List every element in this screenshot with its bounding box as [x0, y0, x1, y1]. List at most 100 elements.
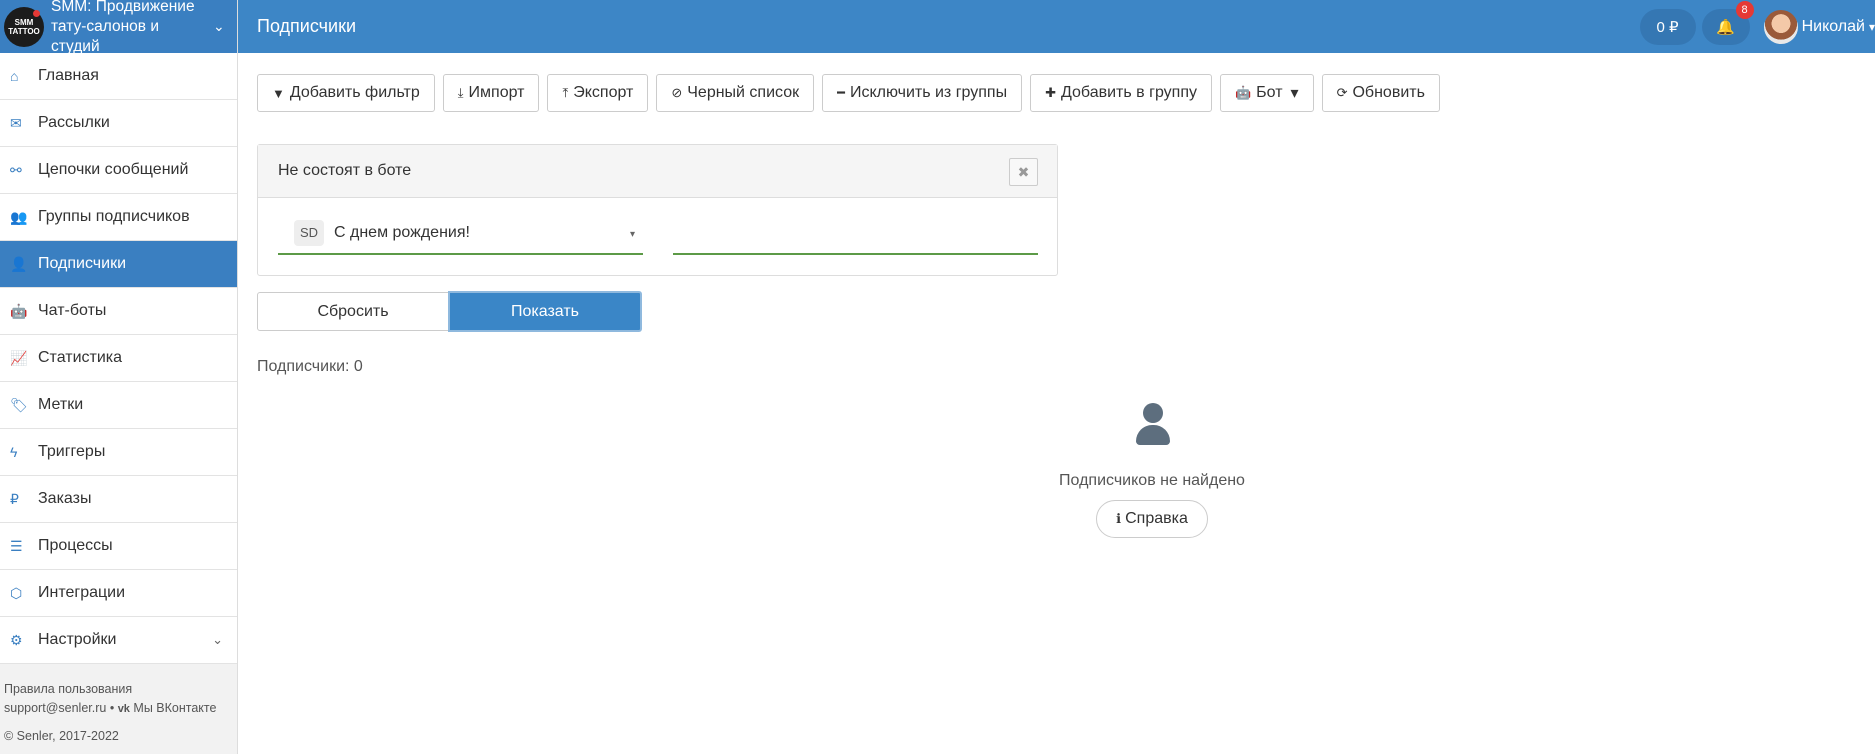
users-icon: 👥: [10, 208, 28, 225]
toolbar-button-label: Экспорт: [573, 84, 634, 101]
user-icon: 👤: [10, 255, 28, 272]
toolbar-button-label: Бот: [1256, 84, 1283, 101]
bot-select[interactable]: SD С днем рождения! ▾: [278, 218, 643, 255]
minus-icon: ━: [837, 85, 845, 100]
cubes-icon: ⬡: [10, 584, 23, 601]
balance-button[interactable]: 0 ₽: [1639, 8, 1696, 45]
android-icon: 🤖: [1234, 85, 1252, 100]
bolt-icon: ϟ: [10, 444, 18, 460]
sidebar-item[interactable]: 👥 Группы подписчиков: [0, 194, 237, 241]
sidebar-item[interactable]: ☰ Процессы: [0, 523, 237, 570]
filter-title: Не состоят в боте: [278, 162, 412, 179]
sidebar-item[interactable]: ✉ Рассылки: [0, 100, 237, 147]
remove-filter-button[interactable]: ✖: [1009, 158, 1038, 186]
toolbar-button[interactable]: ━ Исключить из группы: [822, 74, 1023, 112]
sidebar-item-label: Триггеры: [38, 443, 106, 460]
reset-button[interactable]: Сбросить: [257, 292, 449, 331]
sidebar-item[interactable]: 🤖 Чат-боты: [0, 288, 237, 335]
empty-state: Подписчиков не найдено ℹ Справка: [972, 403, 1332, 538]
sidebar-item-label: Процессы: [38, 537, 113, 554]
toolbar-button[interactable]: ✚ Добавить в группу: [1030, 74, 1212, 112]
sidebar-item[interactable]: ⚯ Цепочки сообщений: [0, 147, 237, 194]
filter-icon: ▼: [272, 85, 285, 101]
subscribers-count: Подписчики: 0: [257, 358, 363, 375]
sidebar-item[interactable]: 👤 Подписчики: [0, 241, 237, 288]
filter-panel: Не состоят в боте ✖ SD С днем рождения! …: [257, 144, 1058, 276]
toolbar-button-label: Исключить из группы: [849, 84, 1008, 101]
user-menu[interactable]: Николай ▾: [1763, 9, 1875, 44]
caret-down-icon: ▾: [1290, 85, 1299, 102]
toolbar-button[interactable]: ⤓ Импорт: [442, 74, 540, 112]
sidebar-item[interactable]: ⬡ Интеграции: [0, 570, 237, 617]
toolbar-button[interactable]: 🤖 Бот ▾: [1219, 74, 1314, 112]
copyright: © Senler, 2017-2022: [4, 729, 119, 743]
toolbar-button[interactable]: ⊘ Черный список: [656, 74, 815, 112]
link-icon: ⚯: [10, 161, 22, 178]
terms-link[interactable]: Правила пользования: [4, 680, 233, 699]
user-icon: [1132, 403, 1172, 451]
sidebar-menu: ⌂ Главная ✉ Рассылки ⚯ Цепочки сообщений 👥 Груп…: [0, 53, 237, 664]
sidebar-item[interactable]: ⌂ Главная: [0, 53, 237, 100]
support-email-link[interactable]: support@senler.ru: [4, 701, 106, 715]
bot-avatar-chip: SD: [294, 219, 324, 246]
project-switcher[interactable]: SMM TATTOO SMM: Продвижение тату-салонов…: [0, 0, 237, 55]
topbar: Подписчики 0 ₽ 🔔 8 Николай ▾: [238, 0, 1875, 53]
vk-icon: vk: [117, 703, 130, 715]
sidebar-item-label: Подписчики: [38, 255, 127, 272]
sidebar-item-label: Рассылки: [38, 114, 110, 131]
sidebar-item-label: Чат-боты: [38, 302, 107, 319]
toolbar-button-label: Импорт: [468, 84, 525, 101]
android-icon: 🤖: [10, 302, 28, 319]
sidebar-item-label: Настройки: [38, 631, 117, 648]
toolbar-button-label: Черный список: [687, 84, 800, 101]
chevron-down-icon: ⌄: [212, 632, 223, 647]
page-title: Подписчики: [257, 16, 357, 36]
notifications-button[interactable]: 🔔 8: [1701, 0, 1754, 45]
sidebar-footer: Правила пользования support@senler.ru • …: [0, 664, 237, 746]
ruble-icon: ₽: [10, 490, 19, 507]
empty-state-text: Подписчиков не найдено: [1059, 472, 1245, 489]
topbar-right: 0 ₽ 🔔 8 Николай ▾: [1639, 0, 1875, 53]
tag-icon: 🏷: [10, 396, 28, 413]
show-button[interactable]: Показать: [448, 291, 642, 332]
cogs-icon: ⚙: [10, 631, 23, 648]
close-icon: ✖: [1017, 163, 1030, 180]
sidebar-item[interactable]: ⚙ Настройки ⌄: [0, 617, 237, 664]
sidebar-item-label: Интеграции: [38, 584, 126, 601]
sidebar-item-label: Цепочки сообщений: [38, 161, 189, 178]
sidebar-item[interactable]: 🏷 Метки: [0, 382, 237, 429]
caret-down-icon: ▾: [629, 229, 635, 240]
bell-icon: 🔔: [1716, 18, 1735, 36]
plus-icon: ✚: [1045, 85, 1056, 100]
sidebar-item[interactable]: ₽ Заказы: [0, 476, 237, 523]
filter-header: Не состоят в боте ✖: [258, 145, 1057, 198]
bot-select-value: С днем рождения!: [334, 223, 470, 241]
refresh-icon: ⟳: [1336, 85, 1348, 100]
info-icon: ℹ: [1116, 511, 1122, 526]
sidebar-item[interactable]: 📈 Статистика: [0, 335, 237, 382]
envelope-icon: ✉: [10, 114, 22, 131]
project-logo-text: SMM TATTOO: [8, 17, 40, 36]
sidebar-item-label: Главная: [38, 67, 99, 84]
toolbar-button-label: Обновить: [1352, 84, 1425, 101]
filter-value-input[interactable]: [673, 218, 1038, 255]
toolbar-button[interactable]: ▼ Добавить фильтр: [257, 74, 435, 112]
download-icon: ⤓: [457, 85, 464, 100]
toolbar-button-label: Добавить в группу: [1061, 84, 1197, 101]
tasks-icon: ☰: [10, 537, 23, 554]
project-logo: SMM TATTOO: [4, 6, 44, 47]
ban-icon: ⊘: [671, 85, 683, 100]
vk-link[interactable]: Мы ВКонтакте: [133, 701, 216, 715]
help-button[interactable]: ℹ Справка: [1096, 500, 1208, 538]
sidebar-item[interactable]: ϟ Триггеры: [0, 429, 237, 476]
project-title: SMM: Продвижение тату-салонов и студий: [51, 0, 195, 55]
sidebar-item-label: Группы подписчиков: [38, 208, 190, 225]
toolbar-button[interactable]: ⟳ Обновить: [1321, 74, 1440, 112]
chevron-down-icon: ▾: [1868, 19, 1875, 34]
home-icon: ⌂: [10, 68, 19, 84]
footer-separator: •: [109, 701, 115, 715]
toolbar: ▼ Добавить фильтр ⤓ Импорт ⤒ Экспорт ⊘ Черный с…: [257, 74, 1448, 112]
chevron-down-icon[interactable]: ⌄: [213, 18, 225, 35]
sidebar: SMM TATTOO SMM: Продвижение тату-салонов…: [0, 0, 238, 754]
toolbar-button[interactable]: ⤒ Экспорт: [547, 74, 649, 112]
